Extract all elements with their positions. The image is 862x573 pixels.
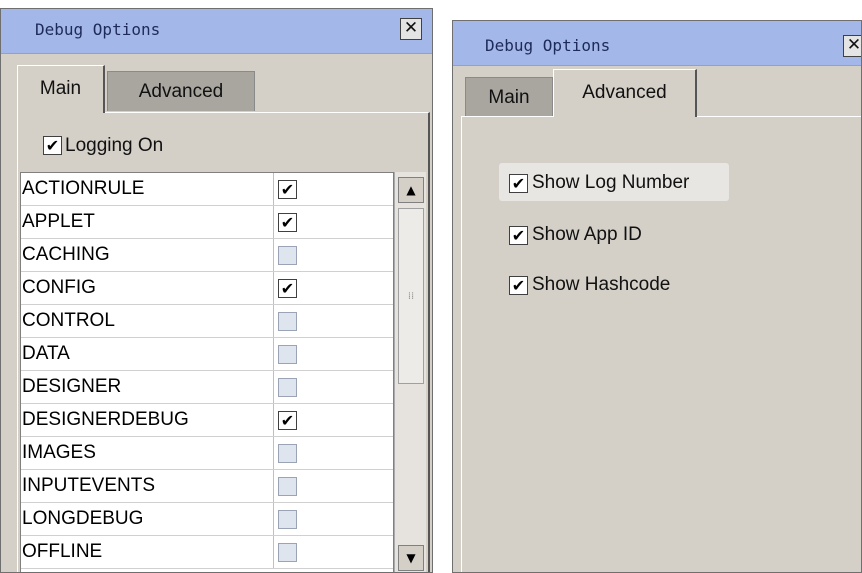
list-item-checkbox[interactable]: ✔	[278, 279, 297, 298]
column-divider	[273, 371, 274, 404]
list-item-label: IMAGES	[22, 442, 96, 463]
column-divider	[273, 536, 274, 569]
list-item-label: OFFLINE	[22, 541, 103, 562]
tab-advanced[interactable]: Advanced	[553, 69, 697, 117]
list-item-checkbox[interactable]: ✔	[278, 411, 297, 430]
debug-options-window-main: Debug Options ✕ Main Advanced ✔ Logging …	[0, 8, 433, 573]
list-item-checkbox[interactable]	[278, 345, 297, 364]
tab-advanced-label: Advanced	[138, 81, 224, 102]
show-hashcode-label[interactable]: Show Hashcode	[532, 274, 670, 296]
list-item[interactable]: ACTIONRULE ✔	[21, 173, 393, 206]
list-item-label: LONGDEBUG	[22, 508, 144, 529]
column-divider	[273, 173, 274, 206]
list-item[interactable]: LONGDEBUG	[21, 503, 393, 536]
list-item[interactable]: DESIGNERDEBUG ✔	[21, 404, 393, 437]
list-item-label: DESIGNERDEBUG	[22, 409, 189, 430]
list-item-checkbox[interactable]: ✔	[278, 213, 297, 232]
list-item-label: CONFIG	[22, 277, 96, 298]
logging-on-label: Logging On	[65, 135, 164, 156]
list-item-checkbox[interactable]	[278, 444, 297, 463]
list-item-label: APPLET	[22, 211, 95, 232]
tab-main-label: Main	[39, 78, 82, 99]
show-log-number-label[interactable]: Show Log Number	[532, 172, 689, 194]
column-divider	[273, 338, 274, 371]
logging-on-checkbox[interactable]: ✔	[43, 136, 62, 155]
tab-main-label: Main	[488, 87, 530, 108]
title-bar[interactable]: Debug Options ✕	[453, 21, 861, 66]
list-item[interactable]: INPUTEVENTS	[21, 470, 393, 503]
title-bar[interactable]: Debug Options ✕	[1, 9, 432, 54]
show-log-number-checkbox[interactable]: ✔	[509, 174, 528, 193]
window-title: Debug Options	[485, 36, 611, 55]
column-divider	[273, 503, 274, 536]
list-item-label: CONTROL	[22, 310, 115, 331]
list-item[interactable]: CONFIG ✔	[21, 272, 393, 305]
scroll-up-button[interactable]: ▲	[398, 177, 424, 203]
debug-options-window-advanced: Debug Options ✕ Main Advanced ✔ Show Log…	[452, 20, 862, 573]
tab-advanced-label: Advanced	[582, 82, 667, 103]
show-app-id-checkbox[interactable]: ✔	[509, 226, 528, 245]
list-item[interactable]: IMAGES	[21, 437, 393, 470]
tab-advanced[interactable]: Advanced	[107, 71, 255, 111]
close-button[interactable]: ✕	[843, 35, 861, 57]
show-hashcode-checkbox[interactable]: ✔	[509, 276, 528, 295]
close-button[interactable]: ✕	[400, 18, 422, 40]
column-divider	[273, 272, 274, 305]
tab-main[interactable]: Main	[465, 77, 553, 117]
list-item-label: ACTIONRULE	[22, 178, 145, 199]
show-app-id-label[interactable]: Show App ID	[532, 224, 642, 246]
list-item-label: DESIGNER	[22, 376, 122, 397]
column-divider	[273, 239, 274, 272]
list-item-checkbox[interactable]	[278, 312, 297, 331]
list-item[interactable]: DESIGNER	[21, 371, 393, 404]
column-divider	[273, 437, 274, 470]
list-item-checkbox[interactable]	[278, 510, 297, 529]
list-item-label: CACHING	[22, 244, 110, 265]
list-item[interactable]: OFFLINE	[21, 536, 393, 569]
list-item-checkbox[interactable]	[278, 378, 297, 397]
column-divider	[273, 206, 274, 239]
column-divider	[273, 305, 274, 338]
row-divider	[21, 568, 393, 569]
column-divider	[273, 470, 274, 503]
scroll-down-button[interactable]: ▼	[398, 545, 424, 571]
scroll-thumb[interactable]: ⁞⁞	[398, 208, 424, 384]
debug-category-list[interactable]: ACTIONRULE ✔ APPLET ✔ CACHING CONFIG ✔ CONTROL D…	[20, 172, 394, 572]
list-item-label: INPUTEVENTS	[22, 475, 156, 496]
tab-main[interactable]: Main	[17, 65, 105, 113]
list-item[interactable]: CONTROL	[21, 305, 393, 338]
list-item[interactable]: DATA	[21, 338, 393, 371]
list-item-checkbox[interactable]	[278, 477, 297, 496]
column-divider	[273, 404, 274, 437]
window-title: Debug Options	[35, 20, 161, 39]
list-item[interactable]: CACHING	[21, 239, 393, 272]
list-item[interactable]: APPLET ✔	[21, 206, 393, 239]
list-item-checkbox[interactable]: ✔	[278, 180, 297, 199]
list-item-label: DATA	[22, 343, 70, 364]
vertical-scrollbar[interactable]: ▲ ⁞⁞ ▼	[394, 172, 426, 572]
list-item-checkbox[interactable]	[278, 543, 297, 562]
list-item-checkbox[interactable]	[278, 246, 297, 265]
